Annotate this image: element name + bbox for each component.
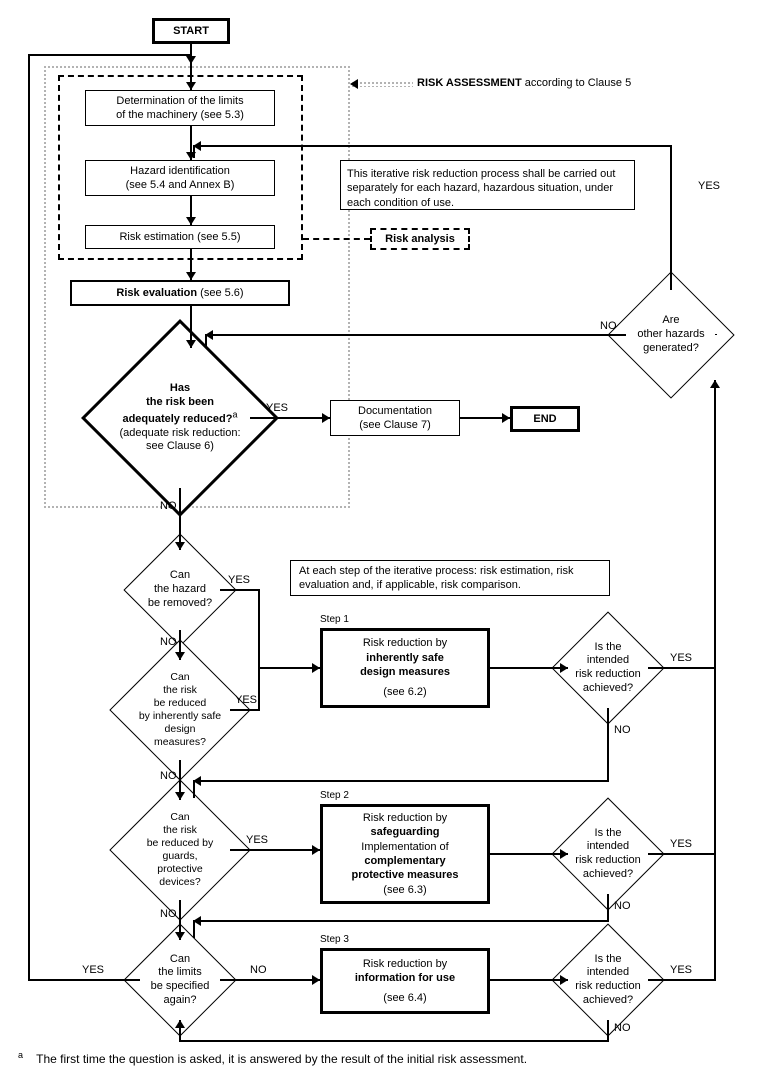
limitsq-decision: Can the limits be specified again? [140, 940, 220, 1020]
limits-l2: of the machinery (see 5.3) [116, 108, 244, 122]
note2-box: At each step of the iterative process: r… [290, 560, 610, 596]
no-label-hazremove: NO [160, 636, 177, 648]
note1-text: This iterative risk reduction process sh… [347, 167, 628, 210]
step1-l3: design measures [360, 665, 450, 679]
step1-node: Risk reduction by inherently safe design… [320, 628, 490, 708]
footnote-text: The first time the question is asked, it… [36, 1052, 527, 1066]
no-label-otherhaz: NO [600, 320, 617, 332]
flowchart-canvas: START Determination of the limits of the… [10, 10, 751, 1064]
no-label-guardsq: NO [160, 908, 177, 920]
limits-l1: Determination of the limits [116, 94, 243, 108]
documentation-node: Documentation (see Clause 7) [330, 400, 460, 436]
step2-l2: safeguarding [370, 825, 439, 839]
guardsq-label: Can the risk be reduced by guards, prote… [130, 811, 230, 890]
no-label-limitsq: NO [250, 964, 267, 976]
risk-assessment-connector [351, 81, 413, 87]
no-label-inherentq: NO [160, 770, 177, 782]
otherhaz-label: Are other hazards generated? [633, 314, 708, 355]
step3-l2: information for use [355, 971, 455, 985]
riskest-node: Risk estimation (see 5.5) [85, 225, 275, 249]
step2-l4: complementary [364, 854, 445, 868]
doc-l2: (see Clause 7) [359, 418, 431, 432]
ach3-decision: Is the intended risk reduction achieved? [568, 940, 648, 1020]
yes-label-adequate: YES [266, 402, 288, 414]
step3-node: Risk reduction by information for use (s… [320, 948, 490, 1014]
step1-l2: inherently safe [366, 651, 444, 665]
limitsq-label: Can the limits be specified again? [147, 953, 214, 1008]
yes-label-otherhaz: YES [698, 180, 720, 192]
inherentq-label: Can the risk be reduced by inherently sa… [135, 671, 225, 750]
risk-assessment-arrow [350, 79, 358, 89]
step2-l5: protective measures [352, 868, 459, 882]
step2-l3: Implementation of [361, 840, 448, 854]
ach1-decision: Is the intended risk reduction achieved? [568, 628, 648, 708]
hazid-l2: (see 5.4 and Annex B) [126, 178, 235, 192]
otherhaz-decision: Are other hazards generated? [626, 290, 716, 380]
risk-assessment-label: RISK ASSESSMENT according to Clause 5 [414, 77, 634, 89]
start-node: START [152, 18, 230, 44]
ach3-label: Is the intended risk reduction achieved? [571, 953, 644, 1008]
step3-label: Step 3 [320, 934, 349, 945]
risk-analysis-label-box: Risk analysis [370, 228, 470, 250]
risk-analysis-label: Risk analysis [385, 232, 455, 246]
step1-label: Step 1 [320, 614, 349, 625]
start-label: START [173, 24, 209, 38]
riskeval-node: Risk evaluation (see 5.6) [70, 280, 290, 306]
yes-label-guardsq: YES [246, 834, 268, 846]
no-label-ach1: NO [614, 724, 631, 736]
yes-label-inherentq: YES [235, 694, 257, 706]
end-label: END [533, 412, 556, 426]
footnote: a The first time the question is asked, … [18, 1050, 527, 1066]
step2-node: Risk reduction by safeguarding Implement… [320, 804, 490, 904]
no-label-adequate: NO [160, 500, 177, 512]
hazremove-label: Can the hazard be removed? [144, 569, 216, 610]
ach2-label: Is the intended risk reduction achieved? [571, 827, 644, 882]
step2-label: Step 2 [320, 790, 349, 801]
step2-l6: (see 6.3) [383, 883, 426, 897]
no-label-ach2: NO [614, 900, 631, 912]
riskeval-label: Risk evaluation (see 5.6) [116, 286, 243, 300]
hazid-node: Hazard identification (see 5.4 and Annex… [85, 160, 275, 196]
hazremove-decision: Can the hazard be removed? [140, 550, 220, 630]
yes-label-ach1: YES [670, 652, 692, 664]
note1-box: This iterative risk reduction process sh… [340, 160, 635, 210]
adequate-label: Has the risk been adequately reduced?a (… [115, 382, 244, 454]
ach2-decision: Is the intended risk reduction achieved? [568, 814, 648, 894]
step3-l1: Risk reduction by [363, 957, 447, 971]
yes-label-hazremove: YES [228, 574, 250, 586]
step1-l4: (see 6.2) [383, 685, 426, 699]
adequate-decision: Has the risk been adequately reduced?a (… [110, 348, 250, 488]
note2-text: At each step of the iterative process: r… [299, 564, 601, 593]
riskest-label: Risk estimation (see 5.5) [119, 230, 240, 244]
yes-label-ach3: YES [670, 964, 692, 976]
inherentq-decision: Can the risk be reduced by inherently sa… [130, 660, 230, 760]
hazid-l1: Hazard identification [130, 164, 230, 178]
ach1-label: Is the intended risk reduction achieved? [571, 641, 644, 696]
guardsq-decision: Can the risk be reduced by guards, prote… [130, 800, 230, 900]
risk-analysis-connector [303, 238, 370, 240]
step3-l3: (see 6.4) [383, 991, 426, 1005]
yes-label-ach2: YES [670, 838, 692, 850]
limits-node: Determination of the limits of the machi… [85, 90, 275, 126]
no-label-ach3: NO [614, 1022, 631, 1034]
yes-label-limitsq: YES [82, 964, 104, 976]
doc-l1: Documentation [358, 404, 432, 418]
step1-l1: Risk reduction by [363, 636, 447, 650]
step2-l1: Risk reduction by [363, 811, 447, 825]
end-node: END [510, 406, 580, 432]
